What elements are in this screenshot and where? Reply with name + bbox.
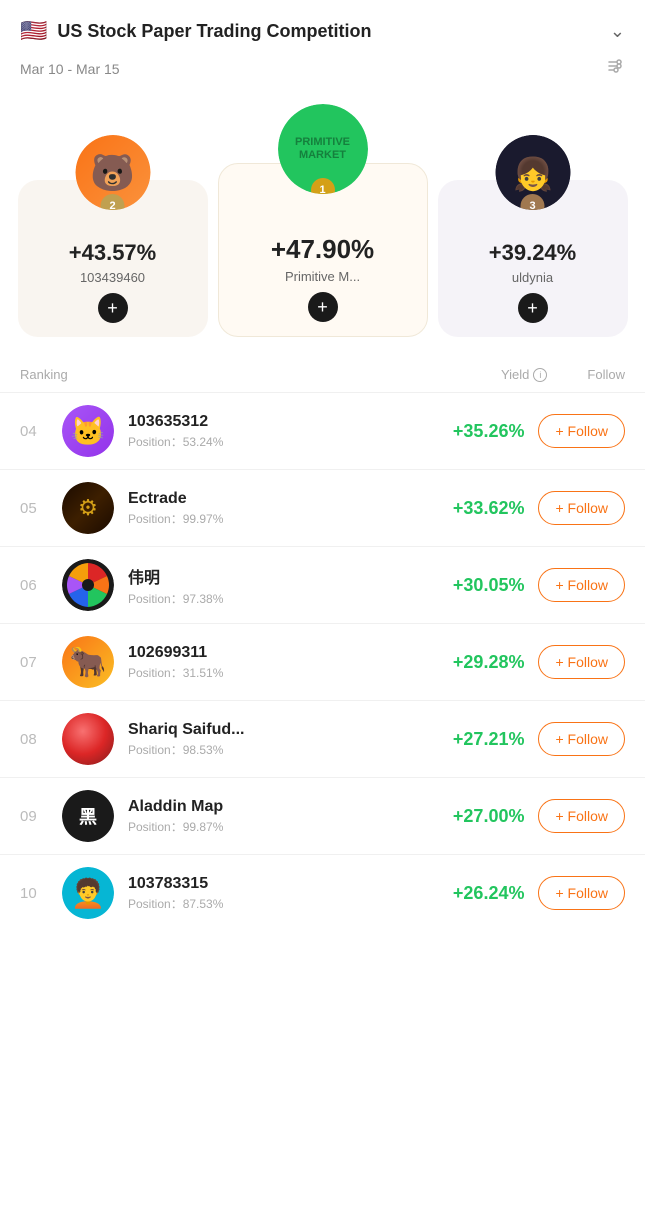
row-info: 103635312 Position：53.24%	[128, 413, 420, 450]
table-row: 06 伟明 Position：97.38% +30.05% + Follow	[0, 546, 645, 623]
svg-text:👧: 👧	[513, 156, 553, 192]
row-position: Position：98.53%	[128, 741, 420, 758]
row-avatar: 🐂	[62, 636, 114, 688]
rank-number: 04	[20, 423, 48, 440]
rank-number: 09	[20, 808, 48, 825]
header-left: 🇺🇸 US Stock Paper Trading Competition	[20, 18, 371, 44]
row-info: 102699311 Position：31.51%	[128, 644, 420, 681]
follow-button[interactable]: + Follow	[538, 645, 625, 679]
podium-third-follow-button[interactable]: +	[518, 293, 548, 323]
row-info: 伟明 Position：97.38%	[128, 564, 420, 607]
row-name: 103783315	[128, 875, 420, 893]
row-name: Aladdin Map	[128, 798, 420, 816]
table-row: 05 ⚙ Ectrade Position：99.97% +33.62% + F…	[0, 469, 645, 546]
rank-number: 10	[20, 885, 48, 902]
row-avatar	[62, 559, 114, 611]
ranking-header-label: Ranking	[20, 367, 68, 382]
podium-third-name: uldynia	[512, 270, 553, 285]
table-row: 07 🐂 102699311 Position：31.51% +29.28% +…	[0, 623, 645, 700]
follow-button[interactable]: + Follow	[538, 722, 625, 756]
podium-first: PRIMITIVEMARKET 1 +47.90% Primitive M...…	[218, 163, 428, 337]
rank-number: 06	[20, 577, 48, 594]
row-info: 103783315 Position：87.53%	[128, 875, 420, 912]
podium-second-avatar: 🐻 2	[75, 135, 150, 210]
table-row: 08 Shariq Saifud... Position：98.53% +27.…	[0, 700, 645, 777]
row-name: 103635312	[128, 413, 420, 431]
yield-header-label: Yield i	[501, 367, 547, 382]
row-name: 102699311	[128, 644, 420, 662]
follow-button[interactable]: + Follow	[538, 414, 625, 448]
podium-second: 🐻 2 +43.57% 103439460 +	[18, 180, 208, 337]
row-avatar: 🧑‍🦱	[62, 867, 114, 919]
follow-button[interactable]: + Follow	[538, 876, 625, 910]
row-yield: +27.00%	[434, 806, 524, 827]
row-yield: +29.28%	[434, 652, 524, 673]
row-position: Position：99.87%	[128, 818, 420, 835]
podium-area: 🐻 2 +43.57% 103439460 + PRIMITIVEMARKET …	[0, 153, 645, 357]
row-yield: +35.26%	[434, 421, 524, 442]
row-position: Position：97.38%	[128, 590, 420, 607]
podium-first-avatar: PRIMITIVEMARKET 1	[278, 104, 368, 194]
ranking-list: 04 🐱 103635312 Position：53.24% +35.26% +…	[0, 392, 645, 931]
table-row: 04 🐱 103635312 Position：53.24% +35.26% +…	[0, 392, 645, 469]
podium-second-name: 103439460	[80, 270, 145, 285]
date-row: Mar 10 - Mar 15	[0, 52, 645, 93]
row-yield: +33.62%	[434, 498, 524, 519]
flag-icon: 🇺🇸	[20, 18, 47, 44]
follow-button[interactable]: + Follow	[538, 799, 625, 833]
table-row: 09 黑 Aladdin Map Position：99.87% +27.00%…	[0, 777, 645, 854]
row-name: Shariq Saifud...	[128, 721, 420, 739]
podium-second-yield: +43.57%	[69, 240, 156, 266]
follow-header-label: Follow	[587, 367, 625, 382]
yield-info-icon[interactable]: i	[533, 368, 547, 382]
row-position: Position：87.53%	[128, 895, 420, 912]
competition-title: US Stock Paper Trading Competition	[57, 21, 371, 42]
row-name: 伟明	[128, 564, 420, 588]
rank-number: 08	[20, 731, 48, 748]
follow-button[interactable]: + Follow	[538, 491, 625, 525]
row-position: Position：53.24%	[128, 433, 420, 450]
row-yield: +27.21%	[434, 729, 524, 750]
row-info: Ectrade Position：99.97%	[128, 490, 420, 527]
row-yield: +30.05%	[434, 575, 524, 596]
podium-third-avatar: 👧 3	[495, 135, 570, 210]
header: 🇺🇸 US Stock Paper Trading Competition ⌄	[0, 0, 645, 52]
row-position: Position：99.97%	[128, 510, 420, 527]
podium-first-yield: +47.90%	[271, 234, 374, 265]
podium-first-follow-button[interactable]: +	[308, 292, 338, 322]
podium-third: 👧 3 +39.24% uldynia +	[438, 180, 628, 337]
rank-number: 07	[20, 654, 48, 671]
row-info: Shariq Saifud... Position：98.53%	[128, 721, 420, 758]
row-info: Aladdin Map Position：99.87%	[128, 798, 420, 835]
table-row: 10 🧑‍🦱 103783315 Position：87.53% +26.24%…	[0, 854, 645, 931]
chevron-down-icon[interactable]: ⌄	[610, 21, 625, 42]
row-avatar: 🐱	[62, 405, 114, 457]
filter-icon[interactable]	[605, 56, 625, 81]
podium-second-follow-button[interactable]: +	[98, 293, 128, 323]
podium-third-yield: +39.24%	[489, 240, 576, 266]
row-avatar: 黑	[62, 790, 114, 842]
row-position: Position：31.51%	[128, 664, 420, 681]
row-name: Ectrade	[128, 490, 420, 508]
row-avatar: ⚙	[62, 482, 114, 534]
follow-button[interactable]: + Follow	[538, 568, 625, 602]
date-range: Mar 10 - Mar 15	[20, 61, 120, 77]
podium-first-name: Primitive M...	[285, 269, 360, 284]
row-yield: +26.24%	[434, 883, 524, 904]
row-avatar	[62, 713, 114, 765]
rank-number: 05	[20, 500, 48, 517]
ranking-header: Ranking Yield i Follow	[0, 357, 645, 392]
